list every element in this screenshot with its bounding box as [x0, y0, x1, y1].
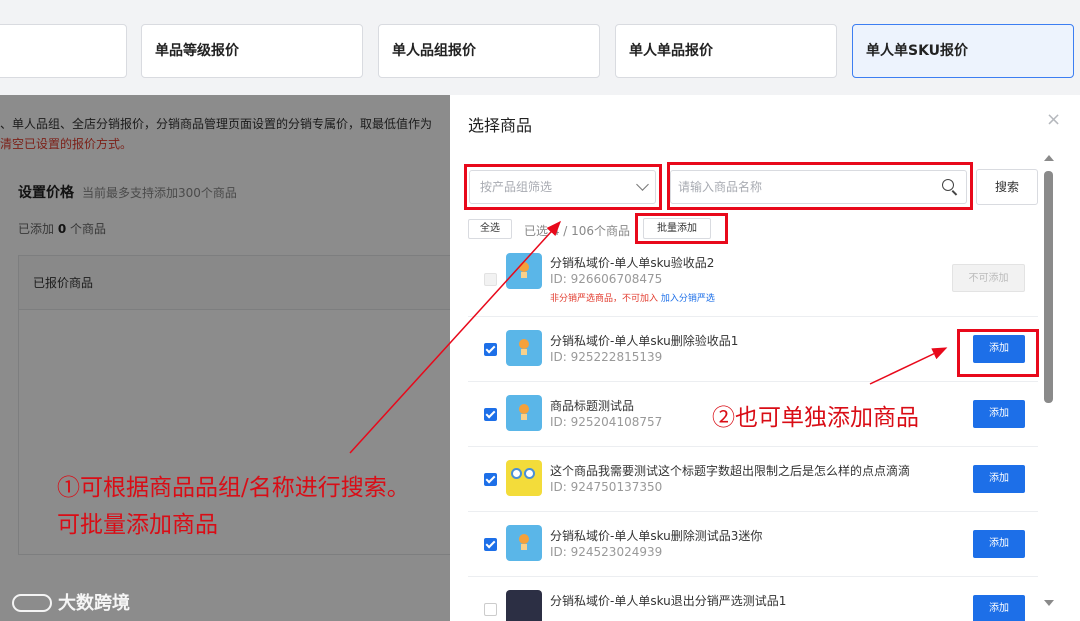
watermark-logo-icon: [12, 594, 52, 612]
annotation-batch-tip: 可批量添加商品: [57, 512, 218, 538]
annotation-single-add-tip: ②也可单独添加商品: [712, 405, 919, 431]
arrow-to-add: [869, 347, 948, 385]
arrow-to-search: [349, 220, 562, 454]
annotation-search-tip: ①可根据商品品组/名称进行搜索。: [57, 475, 410, 501]
watermark: 大数跨境: [12, 589, 130, 615]
